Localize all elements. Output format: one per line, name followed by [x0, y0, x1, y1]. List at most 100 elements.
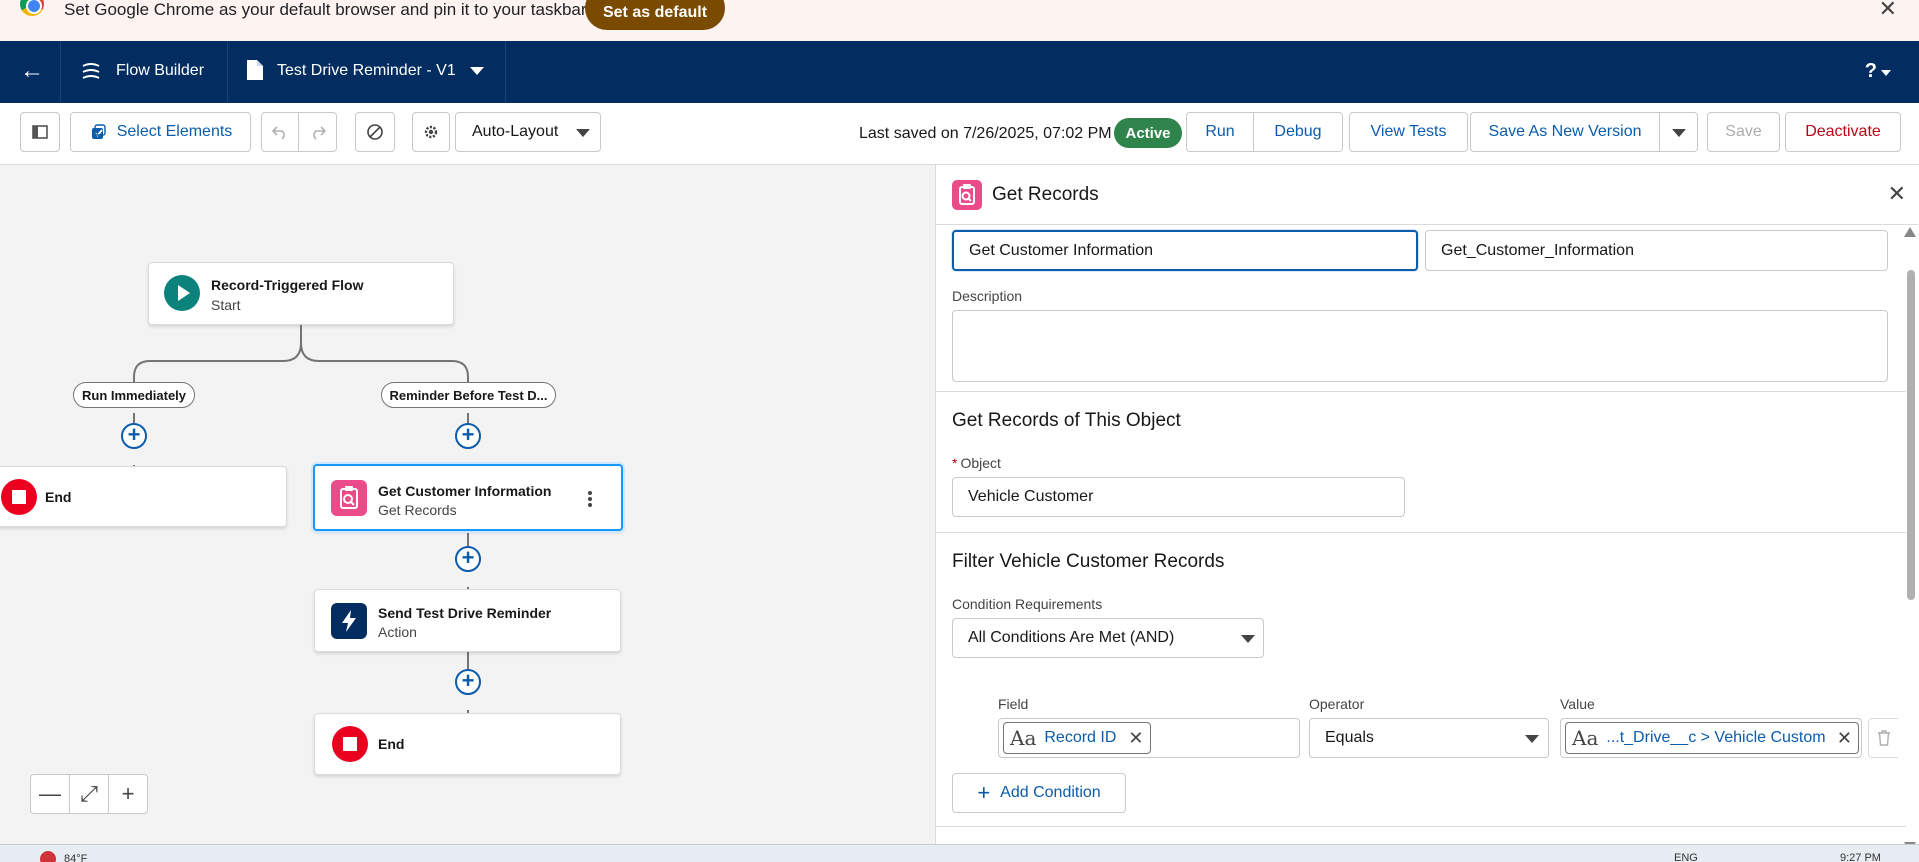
more-actions-icon[interactable]: [587, 490, 593, 508]
required-mark: *: [952, 455, 958, 471]
delete-condition-button[interactable]: [1868, 718, 1898, 758]
condition-requirements-value: All Conditions Are Met (AND): [968, 629, 1175, 646]
condition-requirements-select[interactable]: All Conditions Are Met (AND): [952, 618, 1264, 658]
clock[interactable]: 9:27 PM: [1840, 852, 1881, 862]
errors-button[interactable]: [355, 112, 395, 152]
document-icon: [247, 60, 263, 80]
condition-value-input[interactable]: Aa ...t_Drive__c > Vehicle Customer ✕: [1560, 718, 1862, 758]
add-condition-label: Add Condition: [1000, 784, 1101, 801]
layout-mode-select[interactable]: Auto-Layout: [455, 112, 601, 152]
redo-button[interactable]: [299, 112, 337, 152]
view-tests-button[interactable]: View Tests: [1349, 112, 1468, 152]
object-input[interactable]: Vehicle Customer: [952, 477, 1405, 517]
condition-value-label: Value: [1560, 696, 1595, 712]
weather-icon[interactable]: [40, 851, 56, 862]
add-element-plus-icon[interactable]: +: [455, 423, 481, 449]
fit-view-icon[interactable]: ⤢: [70, 775, 109, 813]
node-subtitle: Get Records: [378, 502, 457, 518]
settings-button[interactable]: [412, 112, 450, 152]
filter-section-title: Filter Vehicle Customer Records: [952, 551, 1225, 572]
zoom-controls: — ⤢ +: [30, 774, 148, 814]
section-divider: [936, 532, 1906, 533]
condition-operator-select[interactable]: Equals: [1309, 718, 1549, 758]
redo-icon: [312, 126, 326, 140]
branch-label-reminder-before-test-drive[interactable]: Reminder Before Test D...: [381, 382, 556, 408]
stop-icon: [1, 479, 37, 515]
description-textarea[interactable]: [952, 310, 1888, 382]
select-elements-icon: [91, 124, 106, 139]
condition-field-input[interactable]: Aa Record ID ✕: [998, 718, 1300, 758]
panel-scrollbar[interactable]: [1903, 225, 1917, 852]
language-indicator[interactable]: ENG: [1674, 852, 1698, 862]
plus-icon: +: [977, 780, 991, 805]
zoom-out-button[interactable]: —: [31, 775, 70, 813]
node-subtitle: Action: [378, 624, 417, 640]
save-options-button[interactable]: [1660, 112, 1698, 152]
chevron-down-icon: [1672, 129, 1686, 137]
text-type-icon: Aa: [1010, 726, 1037, 750]
trash-icon: [1878, 730, 1890, 746]
flow-builder-icon: [82, 63, 100, 79]
add-condition-button[interactable]: + Add Condition: [952, 773, 1126, 813]
text-type-icon: Aa: [1572, 726, 1599, 750]
save-button[interactable]: Save: [1707, 112, 1780, 152]
flow-builder-header: ← Flow Builder Test Drive Reminder - V1 …: [0, 41, 1919, 103]
run-button[interactable]: Run: [1186, 112, 1254, 152]
chrome-default-browser-banner: Set Google Chrome as your default browse…: [0, 0, 1919, 41]
condition-field-value: Record ID: [1044, 729, 1117, 746]
add-element-plus-icon[interactable]: +: [121, 423, 147, 449]
banner-message: Set Google Chrome as your default browse…: [64, 0, 587, 19]
section-divider: [936, 826, 1906, 827]
close-icon[interactable]: ✕: [1888, 181, 1906, 207]
chevron-down-icon: [1525, 735, 1539, 743]
add-element-plus-icon[interactable]: +: [455, 546, 481, 572]
toggle-panel-button[interactable]: [20, 112, 60, 152]
app-window: Set Google Chrome as your default browse…: [0, 0, 1919, 862]
label-input[interactable]: Get Customer Information: [952, 230, 1418, 271]
panel-title: Get Records: [992, 184, 1099, 205]
scroll-thumb[interactable]: [1907, 270, 1915, 600]
branch-label-run-immediately[interactable]: Run Immediately: [73, 382, 195, 408]
get-records-icon: [331, 480, 367, 516]
get-records-icon: [952, 180, 982, 210]
os-taskbar: 84°F ENG 9:27 PM: [0, 844, 1919, 862]
api-name-input[interactable]: Get_Customer_Information: [1425, 230, 1888, 271]
select-elements-label: Select Elements: [116, 123, 233, 140]
back-arrow-icon[interactable]: ←: [18, 57, 46, 85]
debug-button[interactable]: Debug: [1254, 112, 1343, 152]
layout-mode-value: Auto-Layout: [472, 123, 559, 140]
flow-toolbar: Select Elements Auto-Layout Last saved o…: [0, 103, 1919, 165]
end-node-right[interactable]: End: [314, 713, 621, 775]
panel-header: Get Records ✕: [936, 165, 1919, 225]
end-node-left[interactable]: End: [0, 466, 287, 527]
deactivate-button[interactable]: Deactivate: [1785, 112, 1901, 152]
undo-button[interactable]: [261, 112, 299, 152]
record-id-pill[interactable]: Aa Record ID ✕: [1003, 722, 1151, 754]
gear-icon: [424, 125, 438, 139]
help-icon[interactable]: ?: [1865, 60, 1877, 83]
chevron-down-icon[interactable]: [470, 67, 484, 75]
help-caret-icon[interactable]: [1881, 70, 1891, 76]
scroll-up-icon[interactable]: [1904, 227, 1916, 237]
select-elements-button[interactable]: Select Elements: [70, 112, 251, 152]
set-as-default-button[interactable]: Set as default: [585, 0, 725, 30]
value-resource-pill[interactable]: Aa ...t_Drive__c > Vehicle Customer ✕: [1565, 722, 1859, 754]
node-title: Send Test Drive Reminder: [378, 605, 552, 621]
undo-icon: [271, 126, 285, 140]
section-divider: [936, 391, 1906, 392]
zoom-in-button[interactable]: +: [109, 775, 147, 813]
send-test-drive-reminder-node[interactable]: Send Test Drive Reminder Action: [314, 589, 621, 652]
description-label: Description: [952, 288, 1023, 304]
get-customer-information-node[interactable]: Get Customer Information Get Records: [313, 464, 623, 531]
save-as-new-version-button[interactable]: Save As New Version: [1470, 112, 1660, 152]
remove-icon[interactable]: ✕: [1128, 728, 1143, 749]
add-element-plus-icon[interactable]: +: [455, 669, 481, 695]
banner-close-icon[interactable]: ✕: [1879, 0, 1897, 22]
app-name: Flow Builder: [116, 62, 205, 79]
chevron-down-icon: [1241, 635, 1255, 643]
status-badge: Active: [1114, 118, 1182, 148]
flow-canvas[interactable]: Record-Triggered Flow Start Run Immediat…: [0, 165, 935, 844]
lightning-bolt-icon: [331, 603, 367, 639]
remove-icon[interactable]: ✕: [1837, 728, 1852, 749]
condition-requirements-label: Condition Requirements: [952, 596, 1103, 612]
